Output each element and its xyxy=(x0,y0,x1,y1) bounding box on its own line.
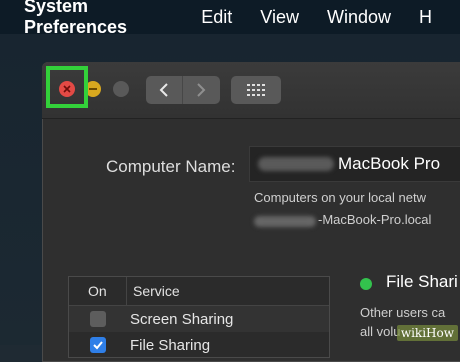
watermark-logo: wikiHow xyxy=(396,325,458,341)
services-table: On Service Screen Sharing File Sharing xyxy=(68,276,330,358)
grid-icon xyxy=(247,84,265,96)
menu-edit[interactable]: Edit xyxy=(201,7,232,28)
navigation-buttons xyxy=(146,76,220,104)
column-header-on[interactable]: On xyxy=(69,277,127,305)
blurred-username xyxy=(258,157,334,171)
service-status-title: File Shari xyxy=(386,272,458,291)
forward-button[interactable] xyxy=(182,76,219,104)
table-row[interactable]: File Sharing xyxy=(69,332,329,358)
chevron-right-icon xyxy=(197,83,206,97)
table-row[interactable]: Screen Sharing xyxy=(69,306,329,332)
service-name: File Sharing xyxy=(130,336,211,354)
menu-app-name[interactable]: System Preferences xyxy=(24,0,175,38)
menu-view[interactable]: View xyxy=(260,7,299,28)
table-header: On Service xyxy=(69,277,329,306)
window-titlebar xyxy=(42,62,460,119)
computer-name-field[interactable]: MacBook Pro xyxy=(249,146,460,182)
close-button-highlight xyxy=(46,66,88,108)
blurred-hostname xyxy=(254,216,316,227)
computer-name-value: MacBook Pro xyxy=(338,154,441,173)
service-status-description-2: all volu xyxy=(360,324,401,339)
chevron-left-icon xyxy=(159,83,168,97)
service-name: Screen Sharing xyxy=(130,310,234,328)
back-button[interactable] xyxy=(146,76,182,104)
sharing-window: Computer Name: MacBook Pro Computers on … xyxy=(42,62,460,362)
status-indicator xyxy=(360,278,372,290)
service-status-description: Other users ca xyxy=(360,305,446,320)
menu-bar: System Preferences Edit View Window H xyxy=(0,0,460,37)
checkmark-icon xyxy=(93,341,103,350)
show-all-button[interactable] xyxy=(231,76,281,104)
local-network-info: Computers on your local netw xyxy=(254,190,426,205)
computer-name-label: Computer Name: xyxy=(106,157,236,176)
column-header-service[interactable]: Service xyxy=(127,283,180,299)
menu-help[interactable]: H xyxy=(419,7,432,28)
file-sharing-checkbox[interactable] xyxy=(90,337,106,353)
screen-sharing-checkbox[interactable] xyxy=(90,311,106,327)
zoom-button[interactable] xyxy=(113,81,129,97)
menu-window[interactable]: Window xyxy=(327,7,391,28)
local-hostname: -MacBook-Pro.local xyxy=(318,212,432,227)
